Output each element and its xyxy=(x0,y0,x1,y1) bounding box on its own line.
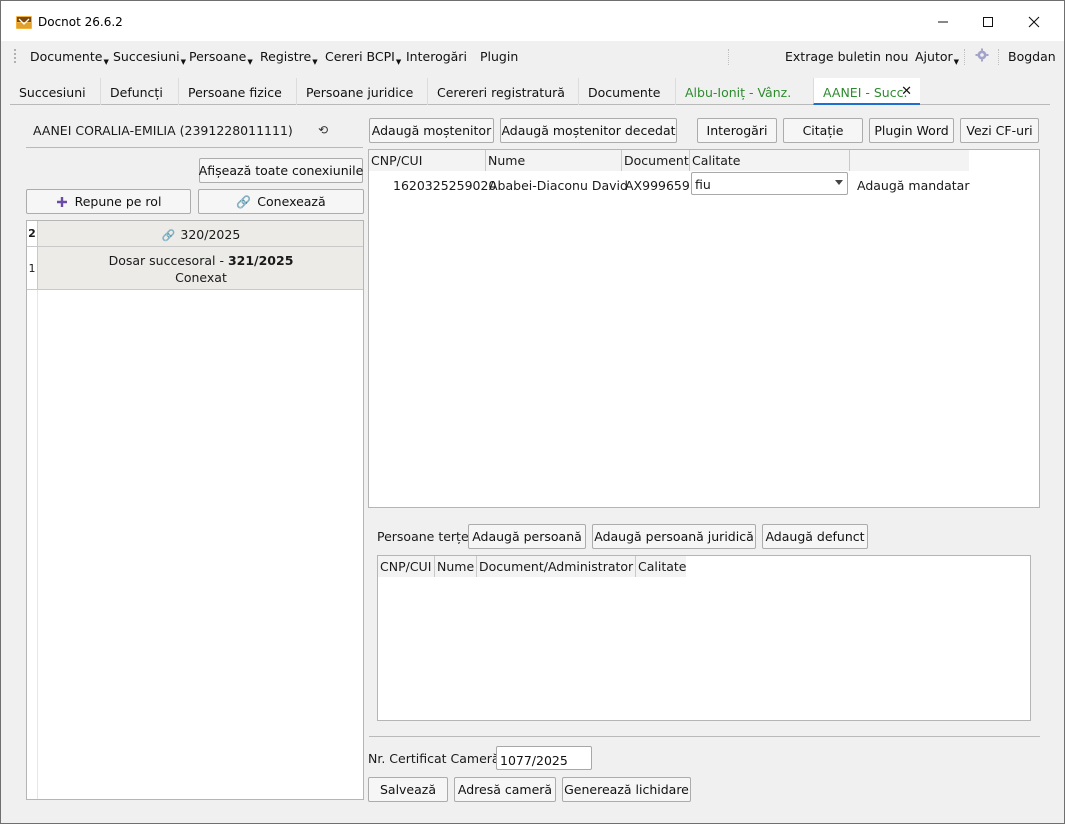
row-content: Dosar succesoral - 321/2025 Conexat xyxy=(39,247,363,289)
gear-icon xyxy=(975,48,989,62)
view-cf-button[interactable]: Vezi CF-uri xyxy=(960,118,1039,143)
menu-ajutor[interactable]: Ajutor▼ xyxy=(915,49,959,66)
divider xyxy=(26,147,363,148)
tab-documente[interactable]: Documente xyxy=(578,78,675,105)
column-header[interactable]: Document xyxy=(622,150,690,171)
refresh-icon[interactable]: ⟲ xyxy=(318,123,328,137)
minimize-icon xyxy=(938,21,948,23)
tab-cereri-registratura[interactable]: Cerereri registratură xyxy=(427,78,578,105)
maximize-button[interactable] xyxy=(968,9,1008,35)
cnp-cell: 1620325259020 xyxy=(393,178,497,193)
third-parties-label: Persoane terțe xyxy=(377,529,469,544)
row-number: 1 xyxy=(27,247,38,289)
menu-cereri-bcpi[interactable]: Cereri BCPI▼ xyxy=(325,49,401,66)
list-item[interactable]: 1 Dosar succesoral - 321/2025 Conexat xyxy=(27,247,363,290)
menu-registre[interactable]: Registre▼ xyxy=(260,49,318,66)
table-header: CNP/CUI Nume Document Calitate xyxy=(369,150,969,171)
tab-close-icon[interactable]: ✕ xyxy=(901,84,912,99)
user-menu[interactable]: Bogdan xyxy=(1008,49,1056,64)
chevron-down-icon xyxy=(835,180,843,185)
plus-icon xyxy=(56,196,67,207)
row-content: 🔗 320/2025 xyxy=(39,221,363,246)
generate-liquidation-button[interactable]: Generează lichidare xyxy=(562,777,691,802)
menubar-grip xyxy=(14,49,17,63)
add-heir-button[interactable]: Adaugă moștenitor xyxy=(369,118,494,143)
connected-files-list: 2 🔗 320/2025 1 Dosar succesoral - 321/202… xyxy=(26,220,364,800)
tab-defuncti[interactable]: Defuncți xyxy=(100,78,178,105)
link-icon: 🔗 xyxy=(236,194,252,209)
heirs-table: CNP/CUI Nume Document Calitate 162032525… xyxy=(368,149,1040,508)
save-button[interactable]: Salvează xyxy=(368,777,448,802)
column-header[interactable]: Calitate xyxy=(636,556,686,577)
menu-bar: Documente▼ Succesiuni▼ Persoane▼ Registr… xyxy=(1,41,1064,71)
menu-documente[interactable]: Documente▼ xyxy=(30,49,109,66)
column-header[interactable]: CNP/CUI xyxy=(378,556,435,577)
table-header: CNP/CUI Nume Document/Administrator Cali… xyxy=(378,556,686,577)
file-number: 320/2025 xyxy=(180,227,241,242)
tab-aanei-succ[interactable]: AANEI - Succ. ✕ xyxy=(813,78,920,105)
tab-persoane-juridice[interactable]: Persoane juridice xyxy=(296,78,427,105)
row-gutter xyxy=(27,290,38,799)
close-button[interactable] xyxy=(1014,9,1054,35)
deceased-person-label: AANEI CORALIA-EMILIA (2391228011111) xyxy=(33,123,293,138)
quality-value: fiu xyxy=(695,177,711,192)
add-deceased-button[interactable]: Adaugă defunct xyxy=(762,524,868,549)
menu-plugin[interactable]: Plugin xyxy=(480,49,518,64)
app-window: Docnot 26.6.2 Documente▼ Succesiuni▼ Per… xyxy=(0,0,1065,824)
file-title: Dosar succesoral - 321/2025 xyxy=(108,253,294,268)
add-legal-person-button[interactable]: Adaugă persoană juridică xyxy=(592,524,756,549)
file-status: Conexat xyxy=(175,270,227,285)
connect-button[interactable]: 🔗 Conexează xyxy=(198,189,364,214)
plugin-word-button[interactable]: Plugin Word xyxy=(869,118,954,143)
document-cell: AX999659 xyxy=(625,178,690,193)
column-header[interactable]: CNP/CUI xyxy=(369,150,486,171)
queries-button[interactable]: Interogări xyxy=(697,118,777,143)
column-header[interactable]: Nume xyxy=(435,556,477,577)
name-cell: Ababei-Diaconu David xyxy=(489,178,628,193)
extract-id-card-link[interactable]: Extrage buletin nou xyxy=(785,49,908,64)
certificate-number-input[interactable] xyxy=(496,746,592,770)
list-item[interactable]: 2 🔗 320/2025 xyxy=(27,221,363,247)
column-header[interactable]: Document/Administrator xyxy=(477,556,636,577)
tab-albu-ionit[interactable]: Albu-Ioniț - Vânz. xyxy=(675,78,806,105)
chamber-address-button[interactable]: Adresă cameră xyxy=(454,777,556,802)
certificate-number-label: Nr. Certificat Cameră xyxy=(368,751,500,766)
app-logo-icon xyxy=(16,16,32,29)
quality-select[interactable]: fiu xyxy=(691,172,848,195)
add-proxy-link[interactable]: Adaugă mandatar xyxy=(857,178,969,193)
tab-succesiuni[interactable]: Succesiuni xyxy=(10,78,100,105)
connect-label: Conexează xyxy=(257,194,326,209)
minimize-button[interactable] xyxy=(923,9,963,35)
tab-bar: Succesiuni Defuncți Persoane fizice Pers… xyxy=(10,78,1050,105)
add-person-button[interactable]: Adaugă persoană xyxy=(468,524,586,549)
tab-label: AANEI - Succ. xyxy=(823,85,908,100)
divider xyxy=(369,736,1040,737)
column-header-empty xyxy=(850,150,969,171)
menu-separator xyxy=(964,49,965,65)
tab-persoane-fizice[interactable]: Persoane fizice xyxy=(178,78,296,105)
link-icon: 🔗 xyxy=(161,229,176,242)
show-all-connections-button[interactable]: Afișează toate conexiunile xyxy=(199,158,363,183)
summons-button[interactable]: Citație xyxy=(783,118,863,143)
menu-persoane[interactable]: Persoane▼ xyxy=(189,49,253,66)
restore-label: Repune pe rol xyxy=(74,194,162,209)
column-header[interactable]: Nume xyxy=(486,150,622,171)
menu-separator xyxy=(998,49,999,65)
column-header[interactable]: Calitate xyxy=(690,150,850,171)
title-bar: Docnot 26.6.2 xyxy=(1,1,1064,41)
restore-to-roll-button[interactable]: Repune pe rol xyxy=(26,189,191,214)
menu-interogari[interactable]: Interogări xyxy=(406,49,467,64)
close-icon xyxy=(1028,16,1040,28)
add-deceased-heir-button[interactable]: Adaugă moștenitor decedat xyxy=(500,118,677,143)
settings-button[interactable] xyxy=(975,48,989,65)
window-title: Docnot 26.6.2 xyxy=(38,15,123,29)
maximize-icon xyxy=(983,17,993,27)
third-parties-table: CNP/CUI Nume Document/Administrator Cali… xyxy=(377,555,1031,721)
menu-separator xyxy=(728,49,729,65)
menu-succesiuni[interactable]: Succesiuni▼ xyxy=(113,49,186,66)
row-number: 2 xyxy=(27,221,38,246)
